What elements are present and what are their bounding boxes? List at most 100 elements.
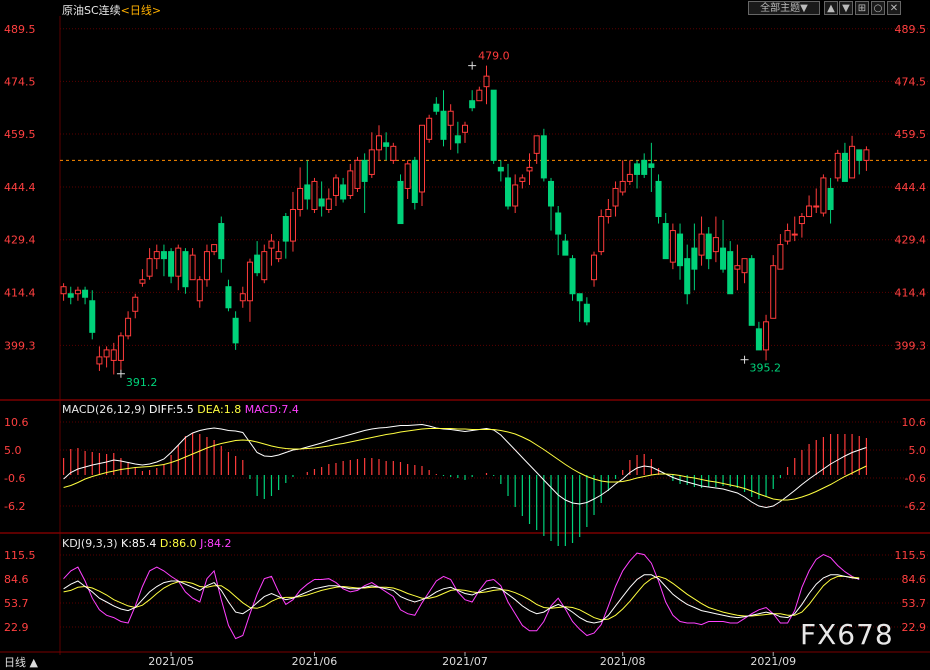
candle-body: [74, 289, 81, 295]
candle-body: [583, 303, 590, 323]
candle-body: [461, 124, 469, 133]
kdj-axis-right-label: 115.5: [895, 549, 927, 562]
candle-body: [447, 110, 454, 126]
candle-body: [834, 152, 841, 179]
candle-body: [125, 317, 132, 337]
price-axis-right-label: 429.4: [895, 234, 927, 247]
candle-body: [748, 258, 755, 326]
candle-body: [576, 293, 583, 302]
candle-body: [841, 152, 848, 182]
kdj-axis-right-label: 22.9: [902, 621, 927, 634]
chart-svg: 489.5 489.5 474.5 474.5 459.5 459.5 444.4 444.4…: [0, 16, 930, 668]
macd-axis-left-label: -6.2: [4, 500, 25, 513]
candle-body: [734, 265, 741, 270]
candle-body: [196, 279, 203, 302]
macd-legend: MACD(26,12,9) DIFF:5.5 DEA:1.8 MACD:7.4: [62, 403, 299, 416]
candle-body: [347, 170, 354, 196]
candle-body: [777, 244, 784, 270]
candle-body: [454, 135, 461, 144]
candle-body: [626, 173, 633, 182]
macd-axis-right-label: -6.2: [905, 500, 926, 513]
candle-body: [390, 145, 397, 161]
price-axis-left-label: 429.4: [4, 234, 36, 247]
macd-axis-left-label: 5.0: [4, 444, 22, 457]
candle-body: [705, 233, 712, 260]
macd-axis-right-label: 10.6: [902, 416, 927, 429]
candle-body: [82, 289, 89, 298]
fx678-watermark: FX678: [800, 618, 894, 651]
candle-body: [189, 254, 196, 281]
price-axis-right-label: 459.5: [895, 128, 927, 141]
price-axis-left-label: 414.4: [4, 286, 36, 299]
kdj-axis-right-label: 84.6: [902, 573, 927, 586]
candle-body: [476, 89, 483, 102]
candle-body: [526, 166, 533, 172]
candle-body: [168, 251, 175, 277]
candle-body: [67, 293, 74, 298]
candle-body: [598, 216, 605, 253]
candle-body: [153, 251, 160, 260]
candle-body: [505, 177, 512, 207]
candle-body: [691, 247, 698, 270]
candle-body: [720, 247, 727, 270]
kdj-legend: KDJ(9,3,3) K:85.4 D:86.0 J:84.2: [62, 537, 232, 550]
macd-axis-left-label: 10.6: [4, 416, 29, 429]
candle-body: [591, 254, 598, 281]
candle-body: [784, 230, 791, 242]
candle-body: [203, 251, 210, 281]
candle-body: [770, 265, 777, 319]
candle-body: [282, 216, 289, 242]
period-tab[interactable]: 日线 ▲: [4, 654, 38, 670]
candle-body: [648, 163, 655, 168]
candle-body: [218, 223, 225, 260]
candle-body: [175, 247, 182, 277]
price-axis-left-label: 489.5: [4, 23, 36, 36]
candle-body: [311, 180, 318, 211]
candle-body: [433, 103, 440, 112]
date-tick-label: 2021/05: [148, 655, 194, 668]
candle-body: [418, 124, 425, 193]
candle-body: [483, 75, 490, 88]
candle-body: [634, 163, 641, 175]
price-axis-right-label: 474.5: [895, 75, 927, 88]
low-annotation: 391.2: [126, 376, 157, 389]
price-axis-right-label: 399.3: [895, 339, 927, 352]
candle-body: [820, 177, 827, 214]
candle-body: [261, 251, 268, 281]
price-axis-left-label: 459.5: [4, 128, 36, 141]
candle-body: [246, 261, 253, 302]
candle-body: [569, 258, 576, 295]
date-tick-label: 2021/07: [442, 655, 488, 668]
candle-body: [354, 159, 361, 189]
candle-body: [727, 251, 734, 295]
date-tick-label: 2021/09: [750, 655, 796, 668]
candle-body: [139, 279, 146, 284]
candle-body: [655, 180, 662, 218]
kdj-axis-left-label: 22.9: [4, 621, 29, 634]
candle-body: [698, 233, 705, 256]
macd-title: MACD(26,12,9): [62, 403, 149, 416]
kdj-legend-item: J:84.2: [199, 537, 231, 550]
candle-body: [383, 142, 390, 147]
candle-body: [304, 184, 311, 200]
candle-body: [849, 145, 856, 179]
candle-body: [827, 187, 834, 211]
candle-body: [325, 198, 332, 211]
candle-body: [641, 159, 648, 175]
macd-axis-left-label: -0.6: [4, 472, 25, 485]
candle-body: [469, 100, 476, 109]
candle-body: [813, 205, 820, 208]
candle-body: [404, 163, 411, 189]
candle-body: [89, 300, 96, 333]
macd-axis-right-label: -0.6: [905, 472, 926, 485]
diff-line: [63, 423, 867, 509]
candle-body: [741, 258, 748, 274]
candle-body: [182, 251, 189, 288]
candle-body: [712, 237, 719, 253]
candle-body: [612, 187, 619, 207]
date-tick-label: 2021/06: [292, 655, 338, 668]
price-axis-left-label: 399.3: [4, 339, 36, 352]
candle-body: [426, 117, 433, 140]
candle-body: [490, 89, 497, 161]
candle-body: [548, 180, 555, 207]
